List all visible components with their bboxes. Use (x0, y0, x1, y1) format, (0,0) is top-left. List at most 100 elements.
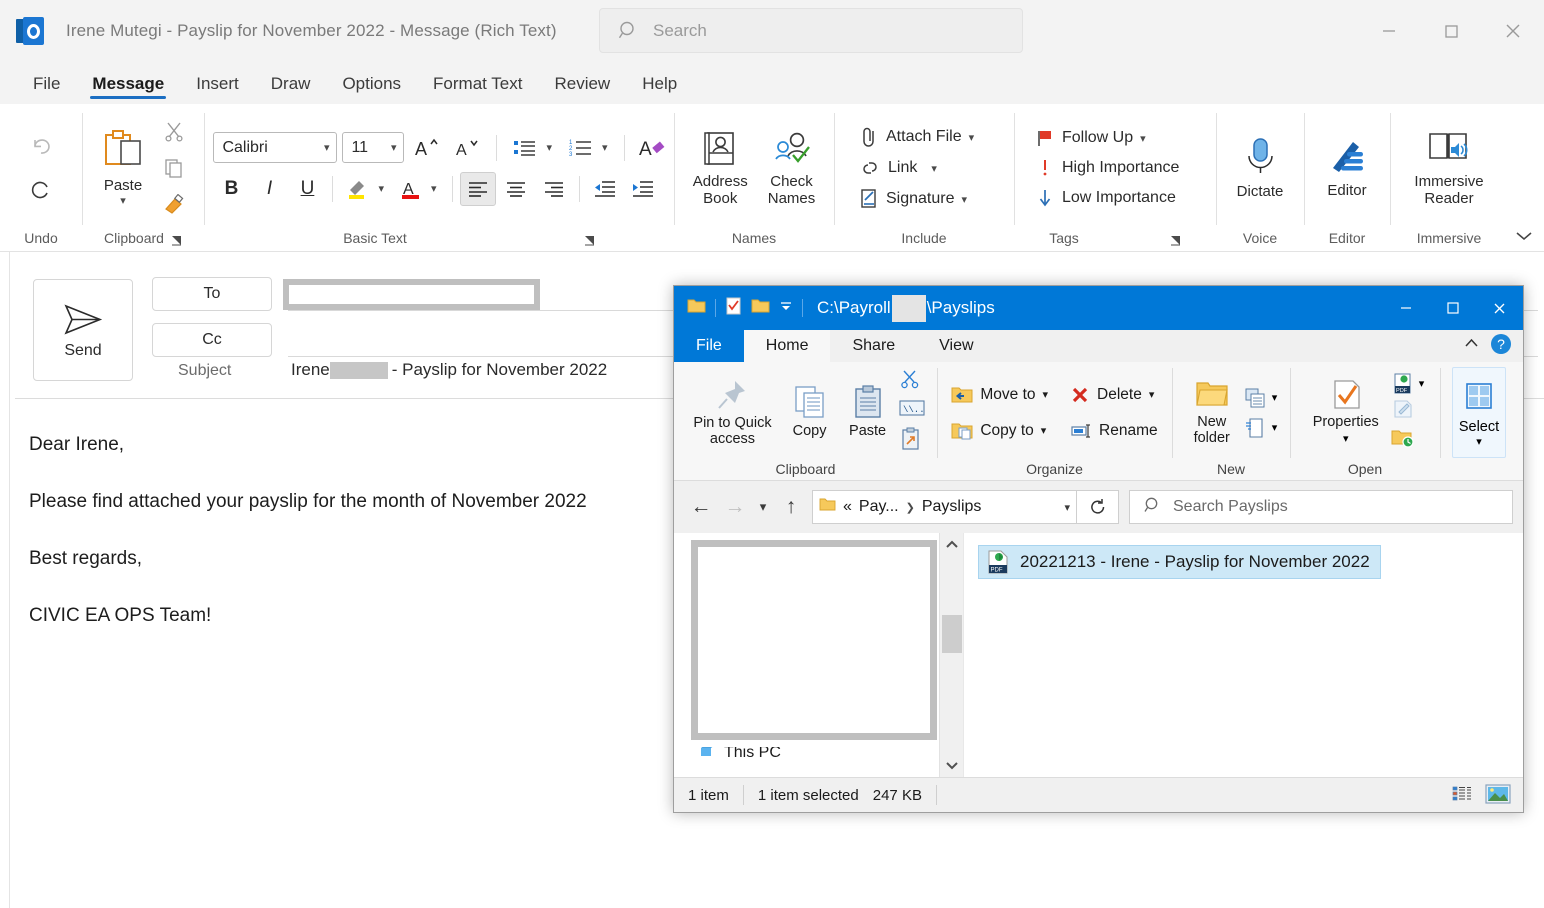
paste-button[interactable]: Paste ▾ (94, 127, 152, 209)
select-button[interactable]: Select ▾ (1451, 367, 1507, 458)
align-right-button[interactable] (536, 172, 572, 206)
scroll-up-icon[interactable] (940, 533, 963, 557)
font-color-button[interactable]: A (393, 172, 429, 206)
nav-item-this-pc[interactable]: This PC (700, 747, 781, 759)
move-to-button[interactable]: Move to ▾ (947, 382, 1052, 408)
tab-message[interactable]: Message (79, 70, 177, 104)
clipboard-dialog-launcher-icon[interactable] (171, 233, 182, 245)
file-list[interactable]: PDF 20221213 - Irene - Payslip for Novem… (964, 533, 1523, 777)
high-importance-button[interactable]: High Importance (1030, 155, 1184, 181)
breadcrumb-overflow[interactable]: « (843, 498, 852, 516)
explorer-tab-file[interactable]: File (674, 330, 744, 362)
font-color-dropdown-icon[interactable]: ▾ (431, 182, 437, 195)
basic-text-dialog-launcher-icon[interactable] (584, 233, 595, 245)
align-left-button[interactable] (459, 171, 496, 206)
new-folder-button[interactable]: New folder (1185, 378, 1239, 447)
nav-pane-scrollbar[interactable] (939, 533, 963, 777)
recent-locations-button[interactable]: ▾ (752, 490, 774, 524)
copy-path-button[interactable]: \\... (899, 399, 930, 422)
copy-button[interactable] (156, 151, 192, 185)
close-button[interactable] (1482, 0, 1544, 62)
up-button[interactable]: ↑ (774, 490, 808, 524)
paste-shortcut-button[interactable] (899, 427, 925, 456)
refresh-button[interactable] (1077, 490, 1119, 524)
increase-indent-button[interactable] (625, 172, 661, 206)
collapse-ribbon-button[interactable] (1514, 229, 1534, 247)
properties-icon[interactable] (725, 297, 742, 320)
explorer-close-button[interactable] (1476, 286, 1523, 330)
scroll-down-icon[interactable] (940, 753, 963, 777)
outlook-search-box[interactable]: Search (599, 8, 1023, 53)
clear-formatting-button[interactable]: A (635, 131, 671, 165)
editor-button[interactable]: Editor (1319, 134, 1375, 201)
grow-font-button[interactable]: A (409, 131, 445, 165)
signature-button[interactable]: Signature ▾ (854, 185, 972, 213)
shrink-font-button[interactable]: A (450, 131, 486, 165)
open-with-button[interactable]: PDF ▾ (1391, 373, 1424, 395)
numbering-dropdown-icon[interactable]: ▾ (602, 141, 608, 154)
font-size-select[interactable]: 11 ▾ (342, 132, 405, 163)
text-highlight-button[interactable] (340, 172, 376, 206)
back-button[interactable]: ← (684, 490, 718, 524)
attach-file-button[interactable]: Attach File ▾ (854, 123, 979, 151)
minimize-button[interactable] (1358, 0, 1420, 62)
bold-button[interactable]: B (213, 172, 249, 206)
minimize-ribbon-icon[interactable] (1463, 337, 1480, 355)
dictate-button[interactable]: Dictate (1231, 133, 1290, 202)
follow-up-button[interactable]: Follow Up ▾ (1030, 125, 1151, 151)
align-center-button[interactable] (498, 172, 534, 206)
explorer-tab-home[interactable]: Home (743, 330, 831, 362)
cut-button[interactable] (899, 369, 925, 394)
chevron-down-icon[interactable]: ▾ (962, 193, 968, 206)
help-icon[interactable]: ? (1490, 333, 1512, 360)
copy-button[interactable]: Copy (783, 385, 837, 440)
scrollbar-thumb[interactable] (942, 615, 962, 653)
customize-quick-access-icon[interactable] (779, 299, 793, 318)
underline-button[interactable]: U (289, 172, 325, 206)
copy-to-button[interactable]: Copy to ▾ (947, 418, 1052, 444)
new-item-button[interactable]: ▾ (1244, 387, 1277, 409)
easy-access-button[interactable]: ▾ (1244, 417, 1277, 439)
tab-help[interactable]: Help (629, 70, 690, 104)
decrease-indent-button[interactable] (587, 172, 623, 206)
check-names-button[interactable]: Check Names (762, 127, 822, 210)
folder-icon[interactable] (687, 297, 706, 319)
details-view-icon[interactable] (1452, 785, 1472, 807)
forward-button[interactable]: → (718, 490, 752, 524)
send-button[interactable]: Send (33, 279, 133, 381)
bullets-button[interactable] (507, 131, 543, 165)
breadcrumb-current[interactable]: Payslips (922, 498, 982, 516)
pin-to-quick-access-button[interactable]: Pin to Quick access (686, 377, 778, 448)
address-dropdown-icon[interactable]: ▾ (1064, 501, 1070, 514)
history-button[interactable] (1391, 428, 1425, 453)
explorer-minimize-button[interactable] (1382, 286, 1429, 330)
list-item[interactable]: PDF 20221213 - Irene - Payslip for Novem… (978, 545, 1381, 579)
tags-dialog-launcher-icon[interactable] (1170, 233, 1181, 245)
explorer-tab-view[interactable]: View (917, 330, 996, 362)
cut-button[interactable] (156, 114, 192, 148)
font-name-select[interactable]: Calibri ▾ (213, 132, 338, 163)
edit-button[interactable] (1391, 399, 1425, 424)
redo-button[interactable] (23, 172, 59, 206)
low-importance-button[interactable]: Low Importance (1030, 185, 1181, 211)
link-button[interactable]: Link ▾ (854, 155, 942, 181)
tab-file[interactable]: File (20, 70, 73, 104)
format-painter-button[interactable] (156, 188, 192, 222)
paste-button[interactable]: Paste (841, 385, 895, 440)
chevron-down-icon[interactable]: ▾ (120, 194, 126, 207)
delete-button[interactable]: Delete ▾ (1066, 382, 1162, 408)
rename-button[interactable]: Rename (1066, 418, 1162, 444)
tab-options[interactable]: Options (329, 70, 414, 104)
highlight-dropdown-icon[interactable]: ▾ (378, 182, 384, 195)
new-folder-icon[interactable] (751, 297, 770, 319)
search-input[interactable]: Search Payslips (1129, 490, 1513, 524)
chevron-down-icon[interactable]: ▾ (969, 131, 975, 144)
properties-button[interactable]: Properties ▾ (1306, 379, 1386, 445)
cc-button[interactable]: Cc (152, 323, 272, 357)
tab-draw[interactable]: Draw (258, 70, 324, 104)
large-icons-view-icon[interactable] (1485, 783, 1511, 808)
tab-insert[interactable]: Insert (183, 70, 252, 104)
chevron-down-icon[interactable]: ▾ (931, 162, 937, 175)
address-book-button[interactable]: Address Book (687, 127, 754, 210)
bullets-dropdown-icon[interactable]: ▾ (546, 141, 552, 154)
